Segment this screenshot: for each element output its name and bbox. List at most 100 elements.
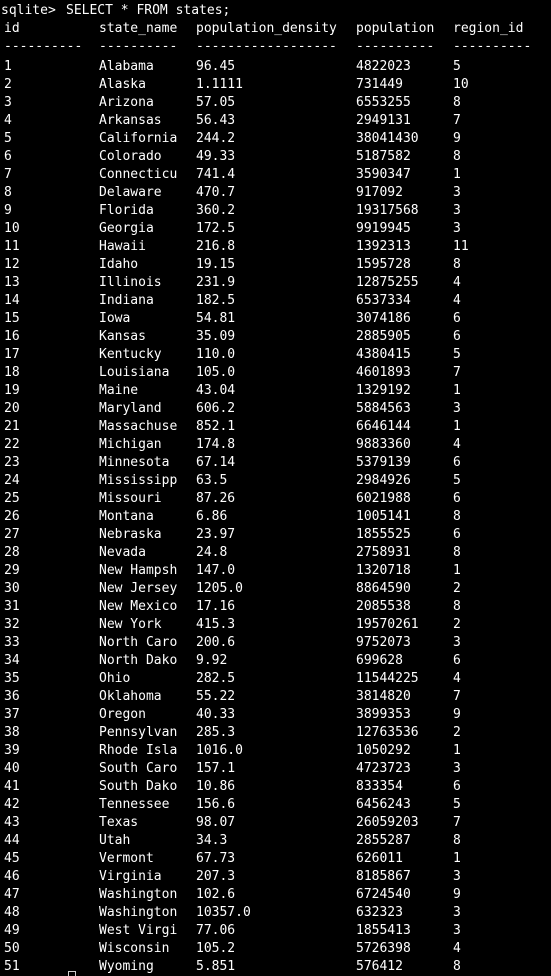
- cell-population: 9919945: [356, 221, 411, 236]
- cell-region-id: 6: [453, 653, 461, 668]
- cell-state-name: North Dako: [99, 653, 178, 668]
- command-line[interactable]: sqlite> SELECT * FROM states;: [0, 2, 551, 20]
- table-row: 37 Oregon 40.33 3899353 9: [0, 706, 551, 724]
- cell-population-density: 244.2: [196, 131, 236, 146]
- table-row: 2 Alaska 1.1111 731449 10: [0, 76, 551, 94]
- cell-state-name: New Hampsh: [99, 563, 178, 578]
- separator-population: ----------: [356, 39, 435, 54]
- column-header-region-id: region_id: [453, 21, 524, 36]
- cell-region-id: 4: [453, 275, 461, 290]
- cell-region-id: 4: [453, 941, 461, 956]
- cell-region-id: 3: [453, 401, 461, 416]
- cell-id: 4: [4, 113, 12, 128]
- cell-region-id: 5: [453, 797, 461, 812]
- cell-state-name: Vermont: [99, 851, 154, 866]
- table-row: 41 South Dako 10.86 833354 6: [0, 778, 551, 796]
- text-cursor: [68, 971, 76, 976]
- cell-population: 26059203: [356, 815, 419, 830]
- cell-population: 5379139: [356, 455, 411, 470]
- cell-population-density: 216.8: [196, 239, 236, 254]
- table-row: 11 Hawaii 216.8 1392313 11: [0, 238, 551, 256]
- cell-population-density: 5.851: [196, 959, 236, 974]
- cell-population-density: 172.5: [196, 221, 236, 236]
- cell-population-density: 10.86: [196, 779, 236, 794]
- cell-population: 19317568: [356, 203, 419, 218]
- cell-population: 731449: [356, 77, 403, 92]
- cell-id: 30: [4, 581, 20, 596]
- terminal-window[interactable]: sqlite> SELECT * FROM states; id state_n…: [0, 0, 551, 976]
- cell-id: 18: [4, 365, 20, 380]
- cell-region-id: 3: [453, 635, 461, 650]
- table-row: 43 Texas 98.07 26059203 7: [0, 814, 551, 832]
- cell-id: 8: [4, 185, 12, 200]
- separator-id: ----------: [4, 39, 83, 54]
- table-separator: ---------- ---------- ---------- --------…: [0, 38, 551, 56]
- cell-region-id: 7: [453, 113, 461, 128]
- cell-population-density: 49.33: [196, 149, 236, 164]
- table-row: 6 Colorado 49.33 5187582 8: [0, 148, 551, 166]
- cell-id: 38: [4, 725, 20, 740]
- cell-population-density: 102.6: [196, 887, 236, 902]
- cell-population-density: 9.92: [196, 653, 228, 668]
- separator-state-name: ----------: [99, 39, 178, 54]
- table-header: id state_name population_density populat…: [0, 20, 551, 38]
- cell-population-density: 77.06: [196, 923, 236, 938]
- cell-region-id: 7: [453, 815, 461, 830]
- cell-state-name: Idaho: [99, 257, 139, 272]
- cell-id: 13: [4, 275, 20, 290]
- cell-population-density: 43.04: [196, 383, 236, 398]
- cell-id: 47: [4, 887, 20, 902]
- cell-population: 2758931: [356, 545, 411, 560]
- cell-state-name: Alabama: [99, 59, 154, 74]
- cell-id: 40: [4, 761, 20, 776]
- table-row: 23 Minnesota 67.14 5379139 6: [0, 454, 551, 472]
- cell-population: 5187582: [356, 149, 411, 164]
- cell-region-id: 6: [453, 527, 461, 542]
- cell-region-id: 8: [453, 959, 461, 974]
- cell-state-name: South Caro: [99, 761, 178, 776]
- separator-region-id: ----------: [453, 39, 532, 54]
- table-row: 50 Wisconsin 105.2 5726398 4: [0, 940, 551, 958]
- cell-population: 2855287: [356, 833, 411, 848]
- cell-population-density: 852.1: [196, 419, 236, 434]
- table-row: 12 Idaho 19.15 1595728 8: [0, 256, 551, 274]
- cell-population: 1855525: [356, 527, 411, 542]
- cell-population-density: 174.8: [196, 437, 236, 452]
- cell-population-density: 17.16: [196, 599, 236, 614]
- cell-state-name: North Caro: [99, 635, 178, 650]
- cell-state-name: Georgia: [99, 221, 154, 236]
- cell-region-id: 9: [453, 887, 461, 902]
- cell-population-density: 10357.0: [196, 905, 251, 920]
- cell-id: 23: [4, 455, 20, 470]
- cell-region-id: 5: [453, 473, 461, 488]
- cell-population: 12763536: [356, 725, 419, 740]
- table-row: 28 Nevada 24.8 2758931 8: [0, 544, 551, 562]
- cell-region-id: 3: [453, 923, 461, 938]
- cell-state-name: Mississipp: [99, 473, 178, 488]
- cell-id: 44: [4, 833, 20, 848]
- table-row: 38 Pennsylvan 285.3 12763536 2: [0, 724, 551, 742]
- table-row: 4 Arkansas 56.43 2949131 7: [0, 112, 551, 130]
- column-header-state-name: state_name: [99, 21, 178, 36]
- cell-region-id: 8: [453, 599, 461, 614]
- cell-id: 25: [4, 491, 20, 506]
- cell-population: 4380415: [356, 347, 411, 362]
- cell-state-name: Wisconsin: [99, 941, 170, 956]
- cell-population: 1855413: [356, 923, 411, 938]
- cell-id: 29: [4, 563, 20, 578]
- cell-id: 5: [4, 131, 12, 146]
- cell-population: 2085538: [356, 599, 411, 614]
- cell-id: 27: [4, 527, 20, 542]
- cell-population: 6553255: [356, 95, 411, 110]
- cell-population-density: 105.0: [196, 365, 236, 380]
- table-row: 21 Massachuse 852.1 6646144 1: [0, 418, 551, 436]
- cell-region-id: 3: [453, 905, 461, 920]
- cell-population: 19570261: [356, 617, 419, 632]
- cell-population-density: 282.5: [196, 671, 236, 686]
- cell-region-id: 1: [453, 419, 461, 434]
- cell-population: 1005141: [356, 509, 411, 524]
- cell-population: 38041430: [356, 131, 419, 146]
- cell-state-name: Nevada: [99, 545, 146, 560]
- cell-population: 1329192: [356, 383, 411, 398]
- cell-region-id: 6: [453, 329, 461, 344]
